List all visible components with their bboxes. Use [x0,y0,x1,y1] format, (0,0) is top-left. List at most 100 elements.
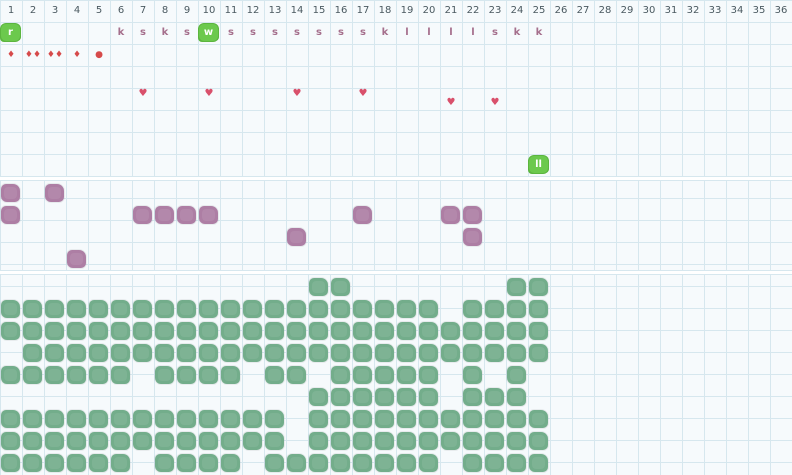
green-cell[interactable] [23,454,42,472]
green-cell[interactable] [111,410,130,428]
green-cell[interactable] [155,410,174,428]
purple-cell[interactable] [67,250,86,268]
green-cell[interactable] [23,432,42,450]
green-cell[interactable] [529,300,548,318]
green-cell[interactable] [243,432,262,450]
green-cell[interactable] [265,366,284,384]
cell-letter[interactable]: s [242,27,264,38]
green-cell[interactable] [111,322,130,340]
purple-cell[interactable] [287,228,306,246]
green-cell[interactable] [485,344,504,362]
green-cell[interactable] [485,322,504,340]
green-cell[interactable] [463,366,482,384]
green-cell[interactable] [529,410,548,428]
green-cell[interactable] [309,388,328,406]
purple-cell[interactable] [463,206,482,224]
cell-letter[interactable]: l [396,27,418,38]
green-cell[interactable] [397,432,416,450]
green-cell[interactable] [199,454,218,472]
green-cell[interactable] [221,300,240,318]
green-cell[interactable] [331,388,350,406]
green-cell[interactable] [441,344,460,362]
cell-letter[interactable]: k [506,27,528,38]
green-cell[interactable] [375,322,394,340]
green-cell[interactable] [67,344,86,362]
green-cell[interactable] [67,366,86,384]
label-chip[interactable]: w [199,24,218,41]
green-cell[interactable] [353,410,372,428]
green-cell[interactable] [331,278,350,296]
green-cell[interactable] [67,410,86,428]
purple-cell[interactable] [441,206,460,224]
green-cell[interactable] [23,322,42,340]
green-cell[interactable] [177,366,196,384]
green-cell[interactable] [243,344,262,362]
green-cell[interactable] [309,432,328,450]
green-cell[interactable] [45,366,64,384]
green-cell[interactable] [23,410,42,428]
green-cell[interactable] [133,344,152,362]
green-cell[interactable] [529,278,548,296]
green-cell[interactable] [221,344,240,362]
green-cell[interactable] [1,410,20,428]
green-cell[interactable] [397,366,416,384]
green-cell[interactable] [463,454,482,472]
green-cell[interactable] [375,388,394,406]
green-cell[interactable] [331,322,350,340]
cell-letter[interactable]: s [484,27,506,38]
green-cell[interactable] [155,454,174,472]
green-cell[interactable] [265,300,284,318]
green-cell[interactable] [155,322,174,340]
green-cell[interactable] [375,300,394,318]
green-cell[interactable] [397,344,416,362]
cell-letter[interactable]: l [462,27,484,38]
green-cell[interactable] [23,344,42,362]
cell-letter[interactable]: k [154,27,176,38]
green-cell[interactable] [133,322,152,340]
green-cell[interactable] [265,410,284,428]
purple-cell[interactable] [155,206,174,224]
green-cell[interactable] [309,278,328,296]
green-cell[interactable] [1,432,20,450]
green-cell[interactable] [309,410,328,428]
purple-cell[interactable] [133,206,152,224]
green-cell[interactable] [485,410,504,428]
green-cell[interactable] [177,454,196,472]
green-cell[interactable] [397,454,416,472]
green-cell[interactable] [353,432,372,450]
green-cell[interactable] [265,322,284,340]
green-cell[interactable] [441,322,460,340]
green-cell[interactable] [89,344,108,362]
green-cell[interactable] [353,454,372,472]
green-cell[interactable] [375,410,394,428]
green-cell[interactable] [529,322,548,340]
green-cell[interactable] [375,454,394,472]
purple-cell[interactable] [177,206,196,224]
green-cell[interactable] [221,410,240,428]
green-cell[interactable] [221,322,240,340]
green-cell[interactable] [199,432,218,450]
green-cell[interactable] [89,410,108,428]
green-cell[interactable] [45,454,64,472]
green-cell[interactable] [507,410,526,428]
cell-letter[interactable]: s [352,27,374,38]
green-cell[interactable] [331,344,350,362]
green-cell[interactable] [265,432,284,450]
label-chip[interactable]: ll [529,156,548,173]
green-cell[interactable] [243,300,262,318]
green-cell[interactable] [419,410,438,428]
green-cell[interactable] [1,454,20,472]
green-cell[interactable] [529,454,548,472]
green-cell[interactable] [1,322,20,340]
green-cell[interactable] [221,454,240,472]
green-cell[interactable] [67,300,86,318]
green-cell[interactable] [67,432,86,450]
green-cell[interactable] [331,410,350,428]
green-cell[interactable] [529,432,548,450]
green-cell[interactable] [1,300,20,318]
cell-letter[interactable]: s [220,27,242,38]
purple-cell[interactable] [353,206,372,224]
green-cell[interactable] [177,410,196,428]
green-cell[interactable] [353,366,372,384]
cell-letter[interactable]: s [308,27,330,38]
